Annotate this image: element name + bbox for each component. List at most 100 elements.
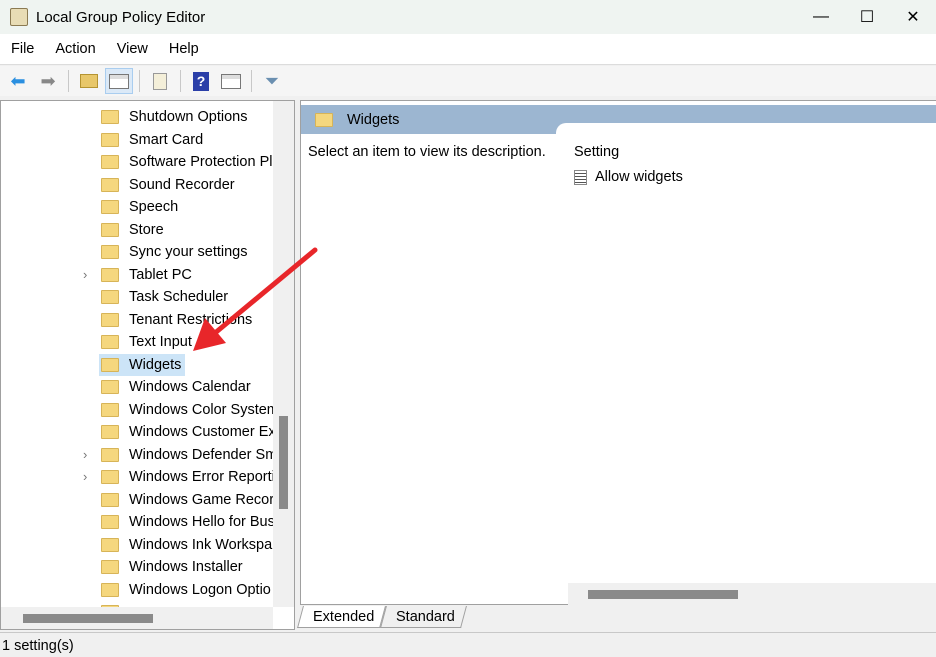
expand-chevron-icon[interactable]: › — [83, 469, 87, 484]
help-icon[interactable]: ? — [187, 68, 215, 94]
details-header-title: Widgets — [347, 111, 400, 128]
tree-item[interactable]: Tenant Restrictions — [99, 309, 256, 331]
folder-icon — [101, 290, 119, 304]
folder-icon — [101, 582, 119, 597]
forward-icon[interactable]: ➡ — [34, 68, 62, 94]
filter-icon[interactable]: ⏷ — [258, 68, 286, 94]
tree-item-label: Speech — [129, 199, 179, 215]
status-bar: 1 setting(s) — [0, 632, 936, 657]
menu-file[interactable]: File — [0, 41, 44, 57]
tree-item-label: Tablet PC — [129, 266, 192, 283]
maximize-button[interactable]: ☐ — [844, 0, 890, 34]
details-horizontal-scrollbar[interactable] — [568, 583, 936, 605]
folder-icon — [101, 492, 119, 507]
tree-item-label: Widgets — [129, 356, 182, 373]
back-icon[interactable]: ⬅ — [4, 68, 32, 94]
tab-extended[interactable]: Extended — [297, 606, 387, 628]
up-folder-icon[interactable] — [75, 68, 103, 94]
folder-icon — [101, 357, 119, 372]
tree-item[interactable]: Store — [99, 219, 168, 241]
tree-item[interactable]: Windows Customer Ex — [99, 421, 273, 443]
tree-item-label: Windows Game Record — [129, 491, 273, 508]
folder-icon — [101, 470, 119, 484]
expand-chevron-icon[interactable]: › — [83, 267, 87, 282]
minimize-button[interactable]: — — [798, 0, 844, 34]
tree-item-label: Software Protection Pla — [129, 154, 273, 170]
tree-item-label: Task Scheduler — [129, 289, 229, 305]
folder-icon — [101, 200, 119, 214]
tree-item-label: Windows Customer Ex — [129, 424, 273, 440]
tree-item-label: Windows Calendar — [129, 379, 251, 395]
tree-item[interactable]: Tablet PC — [99, 264, 196, 286]
title-bar: Local Group Policy Editor — ☐ ✕ — [0, 0, 936, 34]
tree-item[interactable]: Sound Recorder — [99, 174, 239, 196]
tree-item[interactable]: Windows Error Reporti — [99, 466, 273, 488]
menu-action[interactable]: Action — [44, 41, 105, 57]
tree-item-label: Store — [129, 221, 164, 238]
menu-view[interactable]: View — [106, 41, 158, 57]
tree-item-label: Windows Defender Sm — [129, 446, 273, 463]
tab-label: Standard — [396, 609, 456, 625]
tree-item-label: Windows Color System — [129, 401, 273, 418]
tree-item[interactable]: Windows Calendar — [99, 376, 255, 398]
tree-horizontal-scrollbar[interactable] — [1, 607, 273, 629]
description-text: Select an item to view its description. — [308, 144, 546, 160]
tab-label: Extended — [313, 609, 375, 625]
toolbar-separator — [251, 70, 252, 92]
folder-icon — [101, 312, 119, 327]
scrollbar-thumb[interactable] — [279, 416, 288, 509]
toolbar: ⬅ ➡ ? ⏷ — [0, 66, 936, 96]
tree-item[interactable]: Windows Hello for Bus — [99, 511, 273, 533]
show-action-pane-icon[interactable] — [217, 68, 245, 94]
setting-name: Allow widgets — [595, 169, 683, 185]
tree-item-label: Shutdown Options — [129, 109, 248, 125]
folder-icon — [101, 537, 119, 552]
tree-item[interactable]: Text Input — [99, 331, 196, 353]
tree-item[interactable]: Smart Card — [99, 129, 207, 151]
menu-help[interactable]: Help — [158, 41, 209, 57]
show-hide-tree-icon[interactable] — [105, 68, 133, 94]
tree-item[interactable]: Sync your settings — [99, 241, 251, 263]
expand-chevron-icon[interactable]: › — [83, 447, 87, 462]
folder-icon — [101, 515, 119, 529]
tree-item-label: Sound Recorder — [129, 176, 235, 193]
tree-item-label: Windows Installer — [129, 559, 243, 575]
tree-item-label: Smart Card — [129, 131, 204, 148]
tree-item[interactable]: Windows Defender Sm — [99, 444, 273, 466]
tab-standard[interactable]: Standard — [380, 606, 468, 628]
tree-pane: Shutdown Options Smart Card Software Prote… — [0, 100, 295, 630]
export-list-icon[interactable] — [146, 68, 174, 94]
tree-item[interactable]: Windows Installer — [99, 556, 247, 578]
tree-item[interactable]: Software Protection Pla — [99, 151, 273, 173]
folder-icon — [101, 335, 119, 349]
tree-item[interactable]: Widgets — [99, 353, 186, 376]
tree-item[interactable]: Windows Logon Optio — [99, 579, 273, 601]
tree-item-label: Text Input — [129, 334, 192, 350]
scrollbar-thumb[interactable] — [588, 590, 738, 599]
folder-icon — [101, 222, 119, 237]
tree-item[interactable]: Shutdown Options — [99, 106, 252, 128]
tree-item-label: Windows Error Reporti — [129, 469, 273, 485]
tree-item[interactable]: Speech — [99, 196, 182, 218]
tree-item[interactable]: Windows Ink Workspa — [99, 534, 273, 556]
scrollbar-thumb[interactable] — [23, 614, 153, 623]
folder-icon — [101, 155, 119, 169]
close-button[interactable]: ✕ — [890, 0, 936, 34]
policy-tree: Shutdown Options Smart Card Software Prote… — [1, 105, 273, 607]
app-icon — [10, 8, 28, 26]
policy-setting-icon — [574, 169, 587, 185]
tree-item[interactable]: Task Scheduler — [99, 286, 232, 308]
folder-icon — [101, 267, 119, 282]
tree-item[interactable]: Windows Color System — [99, 399, 273, 421]
details-pane: Widgets Select an item to view its descr… — [300, 100, 936, 605]
folder-icon — [101, 177, 119, 192]
tree-vertical-scrollbar[interactable] — [273, 101, 294, 607]
folder-icon — [101, 425, 119, 439]
window-title: Local Group Policy Editor — [36, 8, 206, 26]
tree-item[interactable]: Windows Game Record — [99, 489, 273, 511]
setting-row[interactable]: Allow widgets — [574, 169, 683, 185]
view-tabs: Extended Standard — [297, 606, 468, 630]
folder-icon — [101, 110, 119, 124]
toolbar-separator — [180, 70, 181, 92]
column-header-setting[interactable]: Setting — [574, 144, 619, 160]
